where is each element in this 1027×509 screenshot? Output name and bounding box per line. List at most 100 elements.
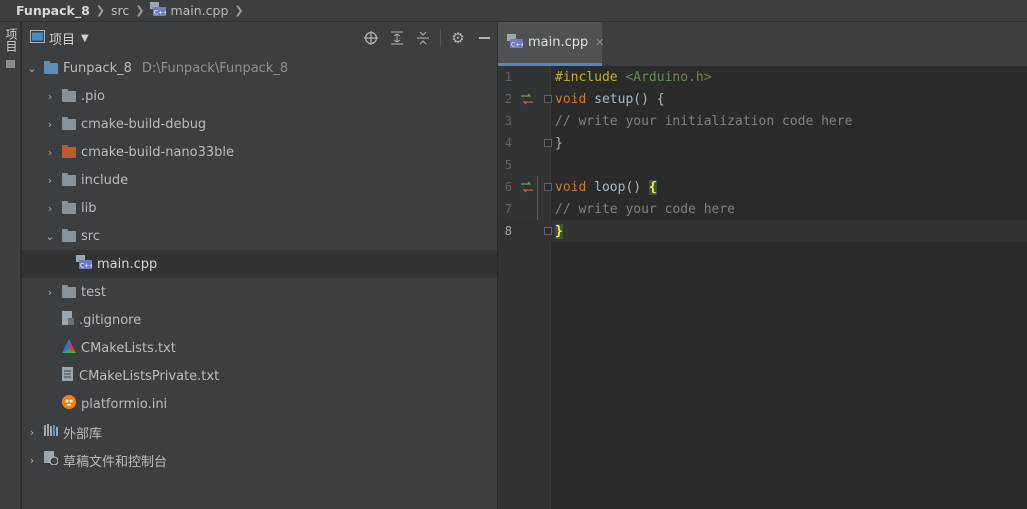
chevron-right-icon[interactable]: › — [44, 202, 56, 215]
tree-item-test[interactable]: › test — [22, 278, 497, 306]
crosshair-icon — [364, 31, 378, 45]
code-text: void loop() { — [555, 179, 657, 195]
fold-marker-icon[interactable] — [544, 183, 552, 191]
tree-item-label: CMakeLists.txt — [81, 340, 176, 356]
locate-file-button[interactable] — [358, 26, 384, 50]
code-area[interactable]: 1 #include <Arduino.h> 2 void setup() { … — [498, 66, 1027, 509]
line-number: 4 — [504, 136, 512, 150]
tree-item-label: src — [81, 228, 100, 244]
line-number: 7 — [504, 202, 512, 216]
tree-item-gitignore[interactable]: .gitignore — [22, 306, 497, 334]
breadcrumb: Funpack_8 ❯ src ❯ C++ main.cpp ❯ — [0, 0, 1027, 22]
code-line: 1 #include <Arduino.h> — [498, 66, 1027, 88]
code-line-current: 8 } — [498, 220, 1027, 242]
project-view-icon — [30, 29, 45, 47]
tree-item-label: Funpack_8 — [63, 60, 132, 76]
code-text: void setup() { — [555, 92, 665, 107]
ignore-file-icon — [62, 311, 74, 329]
tree-item-cmakelistsprivate[interactable]: CMakeListsPrivate.txt — [22, 362, 497, 390]
line-number: 2 — [504, 92, 512, 106]
tree-item-lib[interactable]: › lib — [22, 194, 497, 222]
tree-item-label: 外部库 — [63, 426, 103, 442]
breadcrumb-project[interactable]: Funpack_8 — [16, 3, 90, 18]
line-number: 3 — [504, 114, 512, 128]
folder-icon — [62, 284, 76, 298]
close-icon[interactable]: ✕ — [595, 36, 604, 49]
keyword: void — [555, 179, 587, 195]
caret-down-icon[interactable]: ▼ — [81, 33, 89, 44]
folder-icon — [62, 200, 76, 214]
chevron-right-icon[interactable]: › — [44, 118, 56, 131]
folder-icon — [44, 60, 58, 74]
chevron-down-icon[interactable]: ⌄ — [26, 62, 38, 75]
expand-all-button[interactable] — [384, 26, 410, 50]
editor-tab-bar: C++ main.cpp ✕ — [498, 22, 1027, 66]
tree-item-cmakelists[interactable]: CMakeLists.txt — [22, 334, 497, 362]
comment: // write your code here — [555, 201, 736, 217]
folder-icon — [62, 228, 76, 242]
tree-item-external-libraries[interactable]: › 外部库 — [22, 418, 497, 446]
tree-item-root[interactable]: ⌄ Funpack_8 D:\Funpack\Funpack_8 — [22, 54, 497, 82]
tree-item-scratches[interactable]: › 草稿文件和控制台 — [22, 446, 497, 474]
chevron-right-icon[interactable]: › — [26, 426, 38, 439]
project-tool-tab-label: 项目 — [4, 28, 18, 52]
chevron-right-icon[interactable]: › — [44, 90, 56, 103]
chevron-right-icon[interactable]: › — [44, 146, 56, 159]
code-line: 7 // write your code here — [498, 198, 1027, 220]
chevron-right-icon[interactable]: › — [44, 174, 56, 187]
excluded-folder-icon — [62, 144, 76, 158]
fold-marker-icon[interactable] — [544, 227, 552, 235]
matched-brace: } — [555, 223, 563, 239]
cpp-file-icon: C++ — [507, 33, 525, 52]
tree-item-platformio-ini[interactable]: platformio.ini — [22, 390, 497, 418]
fold-marker-icon[interactable] — [544, 139, 552, 147]
folder-icon — [62, 88, 76, 102]
tree-item-cmake-build-nano33ble[interactable]: › cmake-build-nano33ble — [22, 138, 497, 166]
code-editor: C++ main.cpp ✕ 1 #include <Arduino.h> 2 … — [498, 22, 1027, 509]
code-rest: setup() { — [586, 91, 665, 107]
tree-item-main-cpp[interactable]: C++ main.cpp — [22, 250, 497, 278]
tree-item-label: .gitignore — [79, 312, 142, 328]
svg-text:C++: C++ — [511, 41, 523, 48]
tree-item-pio[interactable]: › .pio — [22, 82, 497, 110]
line-number: 6 — [504, 180, 512, 194]
tab-main-cpp[interactable]: C++ main.cpp ✕ — [498, 22, 604, 66]
hide-panel-button[interactable] — [471, 26, 497, 50]
cpp-file-icon: C++ — [150, 2, 169, 19]
implementation-marker-icon[interactable] — [520, 93, 534, 105]
line-number: 8 — [504, 224, 512, 238]
directive: #include — [555, 69, 618, 85]
breadcrumb-folder[interactable]: src — [111, 3, 129, 18]
panel-toolbar: ⚙ — [358, 22, 497, 54]
chevron-down-icon[interactable]: ⌄ — [44, 230, 56, 243]
code-line: 5 — [498, 154, 1027, 176]
settings-button[interactable]: ⚙ — [445, 26, 471, 50]
left-tool-strip: 项目 — [0, 22, 21, 509]
chevron-right-icon[interactable]: › — [26, 454, 38, 467]
tree-item-include[interactable]: › include — [22, 166, 497, 194]
folder-icon — [62, 116, 76, 130]
tree-item-cmake-build-debug[interactable]: › cmake-build-debug — [22, 110, 497, 138]
svg-text:C++: C++ — [80, 263, 92, 270]
tree-item-label: lib — [81, 200, 97, 216]
keyword: void — [555, 91, 587, 107]
chevron-right-icon: ❯ — [234, 4, 244, 17]
chevron-right-icon[interactable]: › — [44, 286, 56, 299]
cpp-file-icon: C++ — [76, 255, 94, 273]
tree-item-src[interactable]: ⌄ src — [22, 222, 497, 250]
breadcrumb-file[interactable]: main.cpp — [170, 3, 228, 18]
project-panel: 项目 ▼ ⚙ ⌄ Funpack_8 D:\Funpack\Funpack_8 … — [22, 22, 497, 509]
code-rest: loop() — [586, 179, 649, 195]
project-view-title[interactable]: 项目 — [49, 29, 75, 48]
line-number: 5 — [504, 158, 512, 172]
implementation-marker-icon[interactable] — [520, 181, 534, 193]
include-header: <Arduino.h> — [625, 69, 712, 85]
folder-icon — [62, 172, 76, 186]
fold-marker-icon[interactable] — [544, 95, 552, 103]
collapse-all-button[interactable] — [410, 26, 436, 50]
tree-item-label: .pio — [81, 88, 105, 104]
tree-item-label: CMakeListsPrivate.txt — [79, 368, 220, 384]
project-tool-tab[interactable]: 项目 — [2, 28, 19, 55]
collapse-all-icon — [417, 31, 429, 45]
code-line: 2 void setup() { — [498, 88, 1027, 110]
